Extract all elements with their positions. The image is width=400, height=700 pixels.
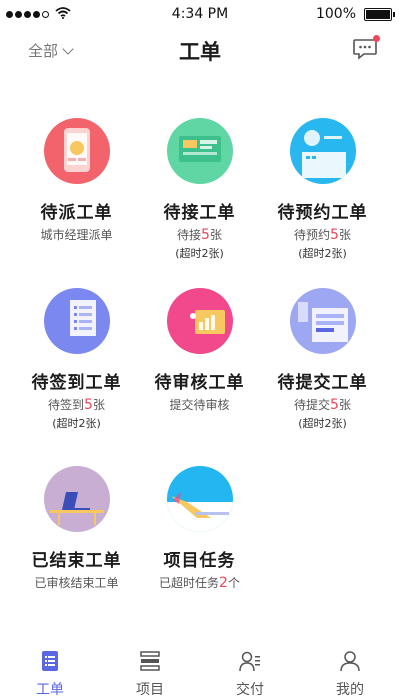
signin-checklist-icon xyxy=(43,288,110,354)
card-overtime-note: (超时2张) xyxy=(298,417,347,430)
card-pending-dispatch[interactable]: 待派工单 城市经理派单 xyxy=(10,118,143,243)
card-title: 待派工单 xyxy=(40,203,113,223)
unread-badge xyxy=(373,35,380,42)
card-title: 已结束工单 xyxy=(31,551,122,571)
laptop-desk-icon xyxy=(43,466,110,532)
tab-label: 项目 xyxy=(136,682,164,698)
project-icon xyxy=(140,651,160,671)
card-subtitle: 待签到5张 xyxy=(48,397,105,413)
card-overtime-note: (超时2张) xyxy=(175,247,224,260)
card-pending-signin[interactable]: 待签到工单 待签到5张 (超时2张) xyxy=(10,288,143,431)
card-subtitle: 已超时任务2个 xyxy=(159,575,240,591)
card-subtitle: 待预约5张 xyxy=(294,227,351,243)
card-pending-accept[interactable]: 待接工单 待接5张 (超时2张) xyxy=(133,118,266,261)
card-subtitle: 提交待审核 xyxy=(169,398,230,412)
card-title: 待审核工单 xyxy=(154,373,245,393)
card-subtitle: 待提交5张 xyxy=(294,397,351,413)
card-title: 待提交工单 xyxy=(277,373,368,393)
dispatch-phone-icon xyxy=(43,118,110,184)
workorder-icon xyxy=(42,651,58,671)
appointment-window-icon xyxy=(289,118,356,184)
tab-label: 交付 xyxy=(236,682,264,698)
page-title: 工单 xyxy=(179,40,221,64)
tab-project[interactable]: 项目 xyxy=(100,644,200,700)
card-title: 待预约工单 xyxy=(277,203,368,223)
card-overtime-note: (超时2张) xyxy=(52,417,101,430)
card-pending-submit[interactable]: 待提交工单 待提交5张 (超时2张) xyxy=(256,288,389,431)
card-title: 项目任务 xyxy=(163,551,236,571)
card-subtitle: 已审核结束工单 xyxy=(34,576,119,590)
accept-board-icon xyxy=(166,118,233,184)
review-chart-icon xyxy=(166,288,233,354)
tab-delivery[interactable]: 交付 xyxy=(200,644,300,700)
card-subtitle: 城市经理派单 xyxy=(40,228,113,242)
card-project-tasks[interactable]: 项目任务 已超时任务2个 xyxy=(133,466,266,591)
card-title: 待签到工单 xyxy=(31,373,122,393)
profile-icon xyxy=(340,651,360,672)
tab-label: 工单 xyxy=(36,682,64,698)
submit-form-icon xyxy=(289,288,356,354)
tab-bar: 工单 项目 交付 我的 xyxy=(0,644,400,700)
message-button[interactable] xyxy=(352,35,380,60)
tab-label: 我的 xyxy=(336,682,364,698)
nav-header: 全部 工单 xyxy=(0,28,400,72)
card-title: 待接工单 xyxy=(163,203,236,223)
card-finished[interactable]: 已结束工单 已审核结束工单 xyxy=(10,466,143,591)
battery-percent: 100% xyxy=(315,6,356,22)
project-plant-icon xyxy=(166,466,233,532)
card-pending-appointment[interactable]: 待预约工单 待预约5张 (超时2张) xyxy=(256,118,389,261)
tab-profile[interactable]: 我的 xyxy=(300,644,400,700)
card-pending-review[interactable]: 待审核工单 提交待审核 xyxy=(133,288,266,413)
tab-workorder[interactable]: 工单 xyxy=(0,644,100,700)
battery-icon xyxy=(364,8,395,21)
card-subtitle: 待接5张 xyxy=(177,227,222,243)
status-bar: 4:34 PM 100% xyxy=(0,0,400,28)
delivery-icon xyxy=(239,651,260,672)
card-overtime-note: (超时2张) xyxy=(298,247,347,260)
